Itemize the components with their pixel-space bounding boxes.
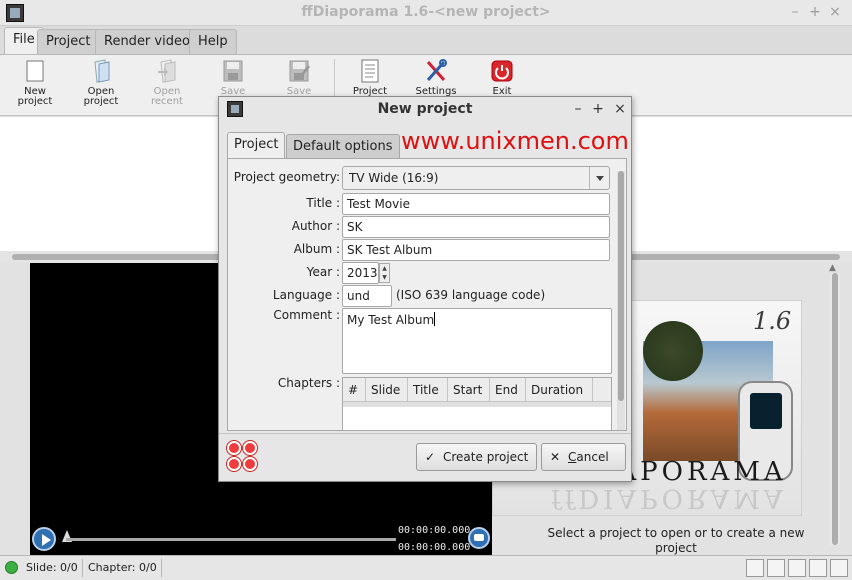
open-recent-button[interactable]: Open recent bbox=[134, 59, 200, 107]
project-properties-icon bbox=[361, 59, 379, 83]
check-icon: ✓ bbox=[425, 450, 436, 464]
author-input[interactable]: SK bbox=[342, 216, 610, 238]
ribbon-tabs: File Project Render video Help bbox=[0, 26, 852, 54]
dialog-maximize-icon[interactable]: + bbox=[589, 100, 607, 118]
open-project-hint: Select a project to open or to create a … bbox=[547, 526, 805, 555]
spin-up-icon[interactable]: ▲ bbox=[380, 264, 389, 273]
title-label: Title : bbox=[306, 196, 340, 210]
window-title: ffDiaporama 1.6-<new project> bbox=[301, 4, 551, 20]
ffdiaporama-logo-icon bbox=[227, 441, 259, 473]
create-project-button[interactable]: ✓ Create project bbox=[416, 443, 537, 471]
status-bar: Slide: 0/0 Chapter: 0/0 bbox=[0, 555, 852, 580]
language-hint: (ISO 639 language code) bbox=[396, 288, 546, 302]
watermark: www.unixmen.com bbox=[401, 127, 629, 155]
dialog-close-icon[interactable]: × bbox=[611, 100, 629, 118]
album-label: Album : bbox=[293, 242, 340, 256]
language-input[interactable]: und bbox=[342, 285, 392, 307]
language-label: Language : bbox=[272, 288, 340, 302]
open-recent-icon bbox=[158, 59, 176, 83]
status-led-icon bbox=[5, 561, 18, 574]
save-as-button[interactable]: Save bbox=[266, 59, 332, 97]
play-view-icon[interactable] bbox=[788, 559, 806, 577]
maximize-icon[interactable]: + bbox=[806, 3, 824, 21]
save-disk-icon bbox=[223, 60, 243, 82]
tab-default-options[interactable]: Default options bbox=[286, 134, 400, 160]
minimize-icon[interactable]: – bbox=[786, 3, 804, 21]
open-document-icon bbox=[94, 59, 110, 83]
splash-brand-reflection: ffDIAPORAMA bbox=[551, 483, 787, 513]
scroll-up-icon[interactable]: ▲ bbox=[829, 263, 836, 273]
author-label: Author : bbox=[291, 219, 340, 233]
album-input[interactable]: SK Test Album bbox=[342, 239, 610, 261]
chapters-divider bbox=[343, 402, 611, 407]
project-properties-button[interactable]: Project bbox=[337, 59, 403, 97]
timecode-total: 00:00:00.000 bbox=[398, 542, 471, 553]
chapters-label: Chapters : bbox=[277, 376, 340, 390]
col-start[interactable]: Start bbox=[448, 378, 490, 402]
tab-render-video[interactable]: Render video bbox=[95, 29, 199, 54]
panel-scroll-thumb[interactable] bbox=[618, 171, 624, 401]
splash-version: 1.6 bbox=[753, 307, 792, 335]
tab-help[interactable]: Help bbox=[189, 29, 237, 54]
splash-tree bbox=[643, 321, 703, 381]
project-tab-panel: Project geometry: TV Wide (16:9) Title :… bbox=[227, 158, 627, 431]
browser-scrollbar[interactable] bbox=[830, 273, 840, 545]
cancel-x-icon: ✕ bbox=[550, 450, 561, 464]
comment-label: Comment : bbox=[273, 308, 340, 322]
spin-down-icon[interactable]: ▼ bbox=[380, 273, 389, 282]
col-slide[interactable]: Slide bbox=[366, 378, 408, 402]
dialog-minimize-icon[interactable]: – bbox=[569, 100, 587, 118]
timecode-current: 00:00:00.000 bbox=[398, 525, 471, 536]
close-icon[interactable]: × bbox=[826, 3, 844, 21]
new-project-dialog: New project – + × Project Default option… bbox=[218, 96, 632, 482]
geometry-label: Project geometry: bbox=[233, 170, 340, 184]
geometry-value: TV Wide (16:9) bbox=[349, 171, 439, 185]
status-slide: Slide: 0/0 bbox=[22, 559, 83, 577]
folder-icon[interactable] bbox=[746, 559, 764, 577]
dialog-separator bbox=[219, 433, 631, 434]
comment-textarea[interactable]: My Test Album bbox=[342, 308, 612, 374]
tab-project-settings[interactable]: Project bbox=[227, 132, 286, 159]
tab-project[interactable]: Project bbox=[37, 29, 100, 54]
new-document-icon bbox=[26, 60, 44, 82]
col-end[interactable]: End bbox=[490, 378, 526, 402]
tools-icon bbox=[426, 59, 447, 81]
camera-icon[interactable] bbox=[468, 527, 490, 549]
browser-scroll-thumb[interactable] bbox=[832, 273, 838, 545]
player-controls: 00:00:00.000 00:00:00.000 bbox=[30, 523, 492, 555]
status-chapter: Chapter: 0/0 bbox=[84, 559, 162, 577]
save-button[interactable]: Save bbox=[200, 59, 266, 97]
year-input[interactable]: 2013 bbox=[342, 262, 379, 284]
title-input[interactable]: Test Movie bbox=[342, 193, 610, 215]
exit-button[interactable]: Exit bbox=[469, 59, 535, 97]
grid-view-icon[interactable] bbox=[767, 559, 785, 577]
year-label: Year : bbox=[306, 265, 340, 279]
comment-text: My Test Album bbox=[347, 313, 435, 327]
settings-button[interactable]: Settings bbox=[403, 59, 469, 97]
year-spinner[interactable]: ▲ ▼ bbox=[379, 263, 390, 283]
col-number[interactable]: # bbox=[343, 378, 366, 402]
col-title[interactable]: Title bbox=[408, 378, 448, 402]
zoom-in-icon[interactable] bbox=[809, 559, 827, 577]
new-project-button[interactable]: New project bbox=[2, 59, 68, 107]
play-icon[interactable] bbox=[32, 527, 56, 551]
panel-scrollbar[interactable] bbox=[617, 171, 625, 430]
save-as-disk-icon bbox=[289, 60, 310, 82]
chevron-down-icon[interactable] bbox=[589, 167, 609, 189]
dialog-titlebar: New project – + × bbox=[219, 97, 631, 123]
seek-bar[interactable] bbox=[66, 538, 396, 541]
open-project-button[interactable]: Open project bbox=[68, 59, 134, 107]
col-duration[interactable]: Duration bbox=[526, 378, 593, 402]
geometry-select[interactable]: TV Wide (16:9) bbox=[342, 166, 610, 190]
zoom-out-icon[interactable] bbox=[830, 559, 848, 577]
chapters-table[interactable]: # Slide Title Start End Duration bbox=[342, 377, 612, 430]
text-caret bbox=[434, 312, 436, 326]
cancel-button[interactable]: ✕ Cancel bbox=[541, 443, 626, 471]
window-titlebar: ffDiaporama 1.6-<new project> – + × bbox=[0, 0, 852, 26]
chapters-header: # Slide Title Start End Duration bbox=[343, 378, 611, 402]
power-icon bbox=[491, 60, 513, 82]
